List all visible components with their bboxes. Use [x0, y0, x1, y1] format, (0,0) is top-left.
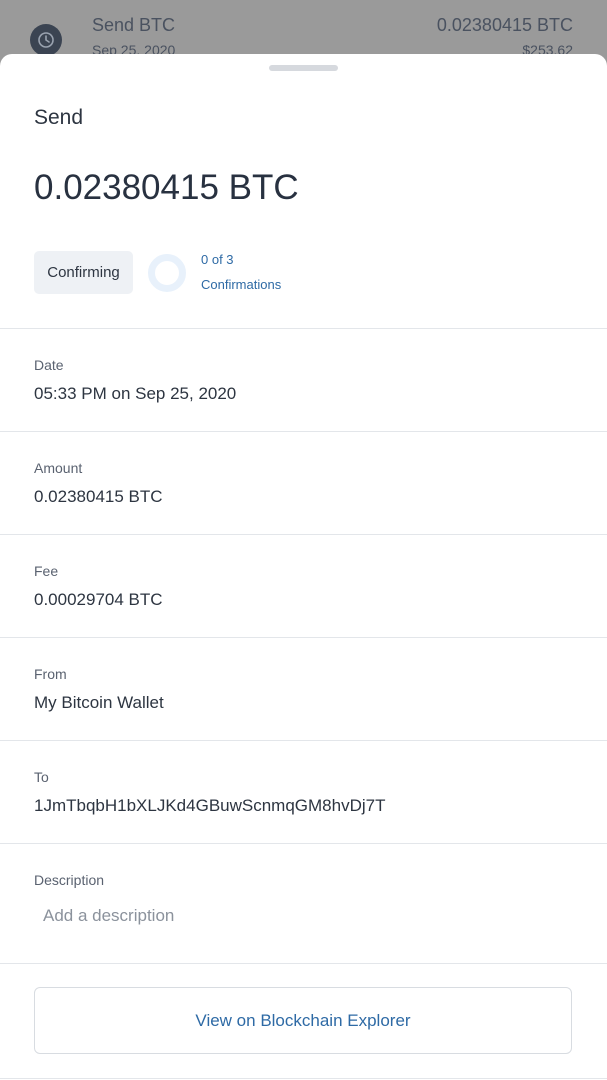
amount-value: 0.02380415 BTC	[34, 487, 163, 506]
divider	[0, 637, 607, 638]
confirmations-count: 0 of 3	[201, 252, 234, 267]
from-value: My Bitcoin Wallet	[34, 693, 164, 712]
divider	[0, 328, 607, 329]
divider	[0, 1078, 607, 1079]
description-input[interactable]	[34, 894, 572, 938]
divider	[0, 431, 607, 432]
transaction-amount-header: 0.02380415 BTC	[34, 168, 299, 207]
background-transaction-title: Send BTC	[92, 15, 176, 35]
to-address-value[interactable]: 1JmTbqbH1bXLJKd4GBuwScnmqGM8hvDj7T	[34, 796, 385, 816]
fee-label: Fee	[34, 563, 59, 579]
view-on-blockchain-explorer-button[interactable]: View on Blockchain Explorer	[34, 987, 572, 1054]
date-value: 05:33 PM on Sep 25, 2020	[34, 384, 237, 403]
status-badge: Confirming	[34, 251, 133, 294]
divider	[0, 843, 607, 844]
divider	[0, 534, 607, 535]
amount-label: Amount	[34, 460, 83, 476]
transaction-type-title: Send	[34, 106, 84, 129]
fee-value: 0.00029704 BTC	[34, 590, 163, 609]
to-label: To	[34, 769, 49, 785]
divider	[0, 963, 607, 964]
date-label: Date	[34, 357, 64, 373]
divider	[0, 740, 607, 741]
transaction-detail-sheet: Send 0.02380415 BTC Confirming 0 of 3 Co…	[0, 54, 607, 1080]
background-transaction-amount: 0.02380415 BTC	[436, 15, 573, 35]
clock-icon	[30, 24, 62, 56]
confirmations-label: Confirmations	[201, 277, 282, 292]
confirmation-progress-ring	[148, 254, 186, 292]
description-label: Description	[34, 872, 105, 888]
from-label: From	[34, 666, 67, 682]
sheet-drag-handle[interactable]	[269, 65, 338, 71]
